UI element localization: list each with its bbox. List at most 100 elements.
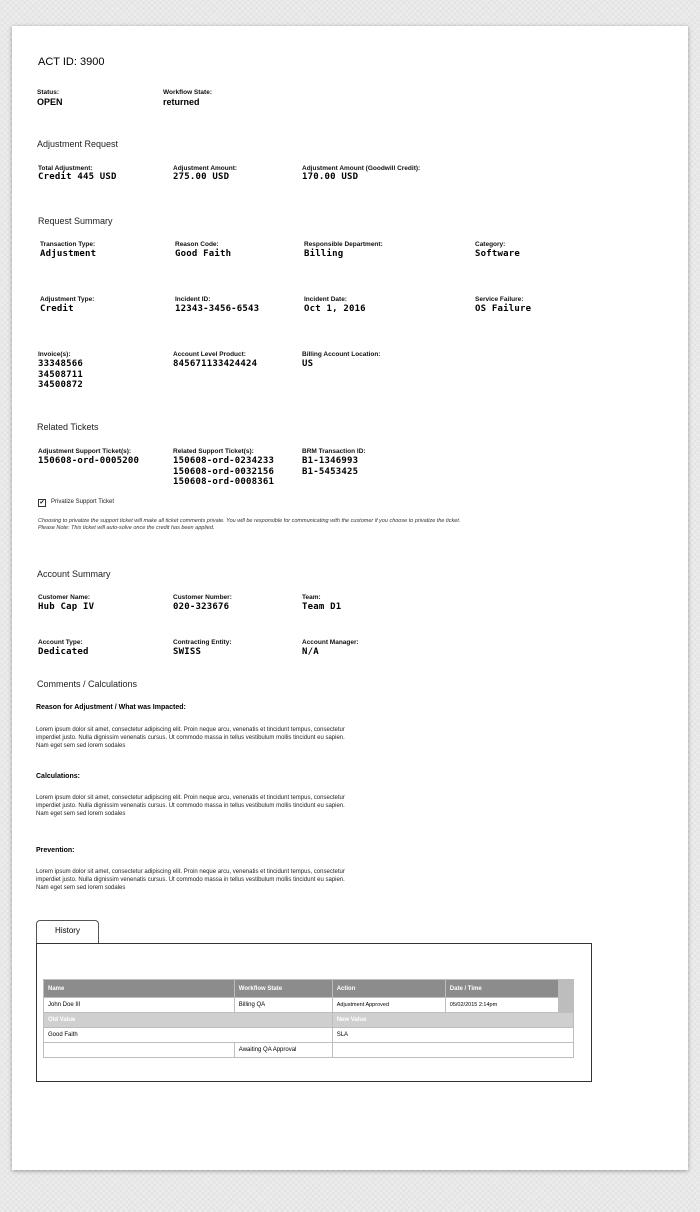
reason-text: Lorem ipsum dolor sit amet, consectetur … [36, 726, 366, 750]
calculations-text: Lorem ipsum dolor sit amet, consectetur … [36, 794, 366, 818]
reason-code-label: Reason Code: [175, 241, 219, 248]
privatize-note-line: Choosing to privatize the support ticket… [38, 518, 461, 524]
invoice-item: 34508711 [38, 369, 83, 380]
goodwill-amount-label: Adjustment Amount (Goodwill Credit): [302, 165, 421, 172]
invoices-list: 33348566 34508711 34500872 [38, 359, 83, 391]
transaction-type-label: Transaction Type: [40, 241, 96, 248]
comments-heading: Comments / Calculations [37, 679, 138, 689]
act-id-title: ACT ID: 3900 [38, 56, 105, 68]
customer-name-value: Hub Cap IV [38, 602, 95, 612]
account-level-product-label: Account Level Product: [173, 351, 246, 358]
prevention-text: Lorem ipsum dolor sit amet, consectetur … [36, 868, 366, 892]
account-summary-heading: Account Summary [37, 569, 111, 579]
brm-transaction-id-list: B1-1346993 B1-5453425 [302, 456, 358, 477]
history-sub-header-row: Old Value New Value [43, 1012, 575, 1028]
adjustment-support-ticket-label: Adjustment Support Ticket(s): [38, 448, 132, 455]
cell-action: Adjustment Approved [331, 997, 446, 1013]
account-type-value: Dedicated [38, 647, 89, 657]
history-panel: Name Workflow State Action Date / Time J… [36, 943, 592, 1082]
workflow-state-label: Workflow State: [163, 89, 212, 96]
cell-datetime: 05/02/2015 2:14pm [444, 997, 559, 1013]
related-ticket-item[interactable]: 150608-ord-0032156 [173, 467, 274, 478]
cell-empty [43, 1042, 235, 1058]
account-manager-label: Account Manager: [302, 639, 359, 646]
adjustment-type-label: Adjustment Type: [40, 296, 95, 303]
invoice-item: 34500872 [38, 380, 83, 390]
responsible-department-label: Responsible Department: [304, 241, 383, 248]
account-level-product-value: 845671133424424 [173, 359, 258, 369]
brm-transaction-item: B1-1346993 [302, 456, 359, 466]
customer-number-value: 020-323676 [173, 602, 230, 612]
total-adjustment-value: Credit 445 USD [38, 172, 117, 182]
related-support-tickets-label: Related Support Ticket(s): [173, 448, 254, 455]
contracting-entity-value: SWISS [173, 647, 202, 657]
cell-new-value: SLA [331, 1027, 575, 1043]
calculations-title: Calculations: [36, 773, 80, 780]
history-table: Name Workflow State Action Date / Time J… [43, 979, 575, 1058]
invoice-item: 33348566 [38, 359, 83, 369]
transaction-type-value: Adjustment [40, 249, 97, 259]
status-label: Status: [37, 89, 60, 96]
prevention-text-line: Nam eget sem sed lorem sodales [36, 885, 126, 891]
cell-awaiting: Awaiting QA Approval [233, 1042, 333, 1058]
col-workflow-state-header: Workflow State [233, 979, 333, 998]
related-tickets-heading: Related Tickets [37, 422, 99, 432]
history-tab[interactable]: History [36, 920, 99, 943]
scrollbar-cell[interactable] [557, 997, 575, 1013]
customer-name-label: Customer Name: [38, 594, 91, 601]
category-value: Software [475, 249, 520, 259]
service-failure-label: Service Failure: [475, 296, 524, 303]
reason-title: Reason for Adjustment / What was Impacte… [36, 704, 186, 711]
brm-transaction-item: B1-5453425 [302, 466, 359, 477]
reason-text-line: Nam eget sem sed lorem sodales [36, 743, 126, 749]
invoices-label: Invoice(s): [38, 351, 71, 358]
cell-name: John Doe III [43, 997, 235, 1013]
contracting-entity-label: Contracting Entity: [173, 639, 232, 646]
report-page: ACT ID: 3900 Status: OPEN Workflow State… [12, 26, 688, 1170]
adjustment-amount-label: Adjustment Amount: [173, 165, 238, 172]
privatize-note: Choosing to privatize the support ticket… [38, 518, 460, 532]
col-datetime-header: Date / Time [444, 979, 559, 998]
reason-code-value: Good Faith [175, 249, 232, 259]
brm-transaction-id-label: BRM Transaction ID: [302, 448, 366, 455]
table-row[interactable]: John Doe III Billing QA Adjustment Appro… [43, 997, 575, 1013]
related-ticket-item[interactable]: 150608-ord-0008361 [173, 477, 274, 488]
col-old-value-header: Old Value [43, 1012, 333, 1028]
prevention-text-line: imperdiet justo. Nulla dignissim venenat… [36, 877, 345, 883]
workflow-state-value: returned [163, 97, 200, 107]
category-label: Category: [475, 241, 506, 248]
incident-date-label: Incident Date: [304, 296, 347, 303]
related-support-tickets-list: 150608-ord-0234233 150608-ord-0032156 15… [173, 456, 274, 488]
incident-id-label: Incident ID: [175, 296, 211, 303]
responsible-department-value: Billing [304, 249, 344, 259]
incident-date-value: Oct 1, 2016 [304, 304, 366, 314]
history-header-row: Name Workflow State Action Date / Time [43, 979, 575, 998]
col-action-header: Action [331, 979, 446, 998]
adjustment-support-ticket-value: 150608-ord-0005200 [38, 456, 140, 466]
reason-text-line: Lorem ipsum dolor sit amet, consectetur … [36, 727, 345, 733]
adjustment-amount-value: 275.00 USD [173, 172, 230, 182]
col-name-header: Name [43, 979, 235, 998]
cell-empty [331, 1042, 575, 1058]
cell-old-value: Good Faith [43, 1027, 333, 1043]
table-row[interactable]: Good Faith SLA [43, 1027, 575, 1043]
team-label: Team: [302, 594, 321, 601]
calculations-text-line: Nam eget sem sed lorem sodales [36, 811, 126, 817]
calculations-text-line: Lorem ipsum dolor sit amet, consectetur … [36, 795, 345, 801]
customer-number-label: Customer Number: [173, 594, 232, 601]
table-row[interactable]: Awaiting QA Approval [43, 1042, 575, 1058]
prevention-text-line: Lorem ipsum dolor sit amet, consectetur … [36, 869, 345, 875]
account-manager-value: N/A [302, 647, 319, 657]
related-ticket-item[interactable]: 150608-ord-0234233 [173, 456, 274, 467]
billing-account-location-label: Billing Account Location: [302, 351, 381, 358]
privatize-label: Privatize Support Ticket [51, 499, 115, 505]
account-type-label: Account Type: [38, 639, 83, 646]
privatize-checkbox[interactable]: ✔ [38, 499, 46, 507]
prevention-title: Prevention: [36, 847, 75, 854]
service-failure-value: OS Failure [475, 304, 532, 314]
goodwill-amount-value: 170.00 USD [302, 172, 359, 182]
scroll-header-cell [557, 979, 575, 998]
reason-text-line: imperdiet justo. Nulla dignissim venenat… [36, 735, 345, 741]
cell-workflow-state: Billing QA [233, 997, 333, 1013]
privatize-note-line: Please Note: This ticket will auto-solve… [38, 525, 215, 531]
